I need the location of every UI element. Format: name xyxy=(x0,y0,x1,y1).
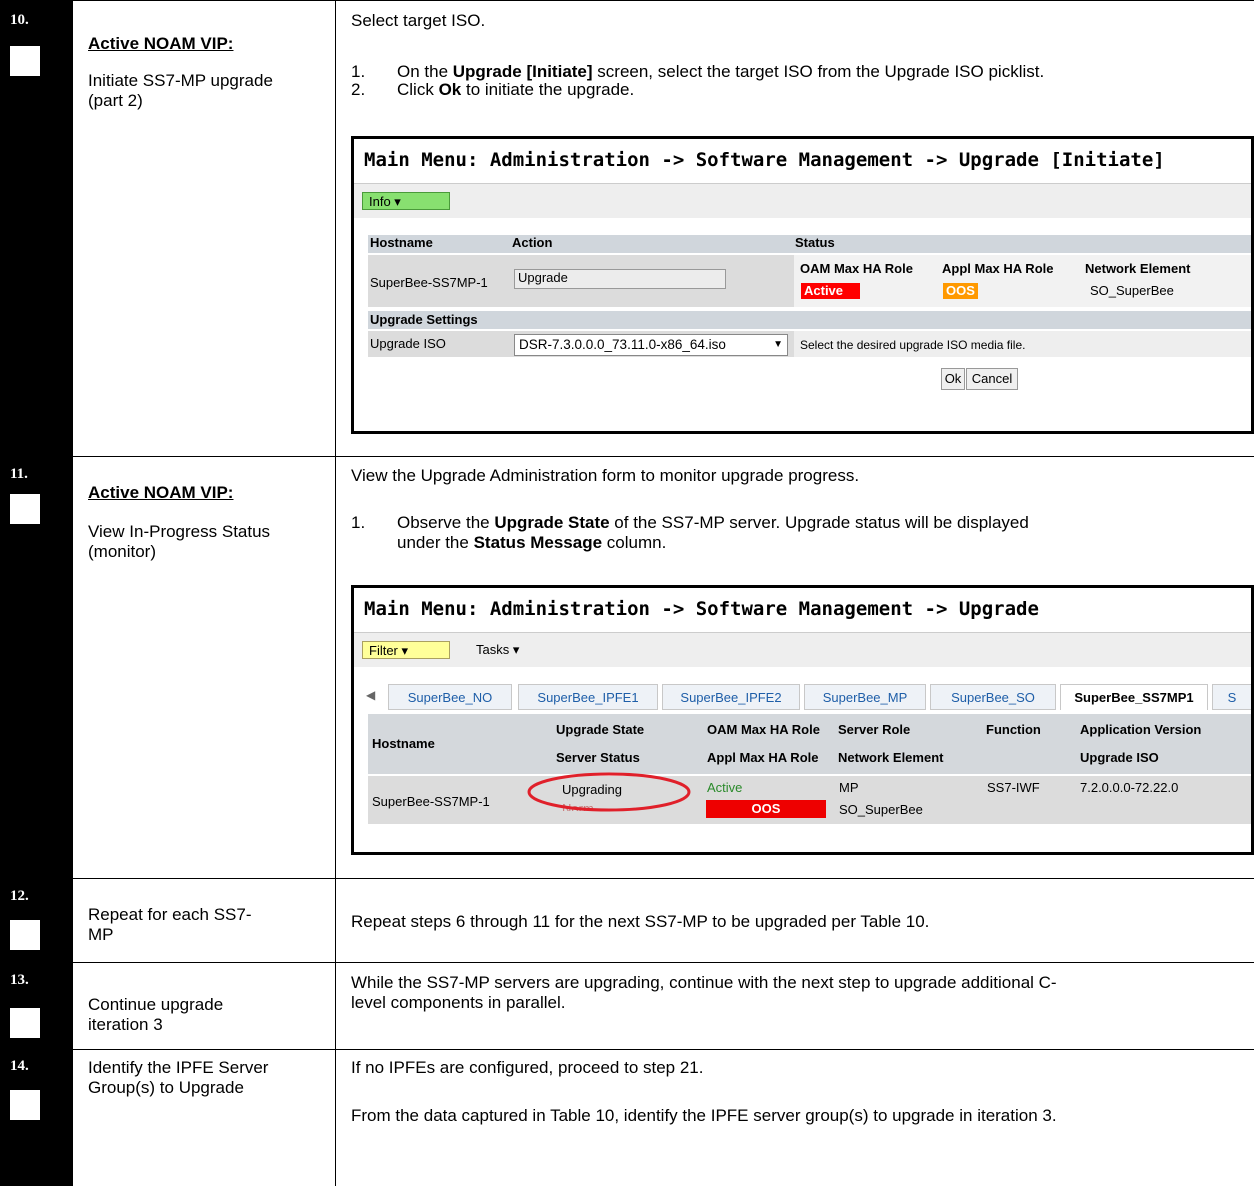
step-checkbox[interactable] xyxy=(10,1008,40,1038)
step-text-line1: If no IPFEs are configured, proceed to s… xyxy=(351,1058,704,1077)
step-title: Active NOAM VIP: xyxy=(88,34,234,53)
step-checkbox[interactable] xyxy=(10,46,40,76)
status-header: Status xyxy=(795,235,835,250)
step-description: Initiate SS7-MP upgrade (part 2) xyxy=(88,71,273,110)
appl-status-badge: OOS xyxy=(706,800,826,818)
tasks-menu[interactable]: Tasks ▾ xyxy=(476,641,519,659)
step-number: 13. xyxy=(10,972,29,988)
function-cell: SS7-IWF xyxy=(987,780,1040,795)
oam-header: OAM Max HA Role xyxy=(707,722,820,737)
step-description: Continue upgrade iteration 3 xyxy=(88,995,224,1034)
step-number: 12. xyxy=(10,888,29,904)
step-intro: View the Upgrade Administration form to … xyxy=(351,466,860,485)
oam-header: OAM Max HA Role xyxy=(800,261,913,276)
chevron-down-icon: ▼ xyxy=(773,339,783,350)
tab-superbee-ss7mp1[interactable]: SuperBee_SS7MP1 xyxy=(1060,684,1208,710)
instruction-item: Click Ok to initiate the upgrade. xyxy=(397,80,635,99)
step-intro: Select target ISO. xyxy=(351,11,486,30)
filter-button[interactable]: Filter ▾ xyxy=(362,641,450,659)
step-number: 10. xyxy=(10,12,29,28)
row-divider xyxy=(73,1049,1254,1050)
list-number: 2. xyxy=(351,80,366,99)
list-number: 1. xyxy=(351,62,366,81)
upgrade-state-header: Upgrade State xyxy=(556,722,645,737)
step-checkbox[interactable] xyxy=(10,1090,40,1120)
ne-header: Network Element xyxy=(1085,261,1191,276)
function-header: Function xyxy=(986,722,1041,737)
ne-header: Network Element xyxy=(838,750,944,765)
hostname-header: Hostname xyxy=(372,736,435,751)
tab-superbee-ipfe2[interactable]: SuperBee_IPFE2 xyxy=(662,684,800,710)
settings-header: Upgrade Settings xyxy=(370,312,478,327)
hostname-cell: SuperBee-SS7MP-1 xyxy=(372,794,490,809)
tab-bar: ◀ SuperBee_NO SuperBee_IPFE1 SuperBee_IP… xyxy=(366,684,1251,710)
appl-header: Appl Max HA Role xyxy=(707,750,819,765)
appl-status-badge: OOS xyxy=(943,283,978,299)
column-divider xyxy=(335,0,336,1186)
step-description: Repeat for each SS7-MP xyxy=(88,905,252,944)
action-header: Action xyxy=(512,235,553,250)
server-status-header: Server Status xyxy=(556,750,640,765)
appl-header: Appl Max HA Role xyxy=(942,261,1054,276)
step-title: Active NOAM VIP: xyxy=(88,483,234,502)
menu-title: Main Menu: Administration -> Software Ma… xyxy=(364,149,1165,171)
step-text: Repeat steps 6 through 11 for the next S… xyxy=(351,912,930,931)
toolbar: Filter ▾ Tasks ▾ xyxy=(354,632,1251,667)
tab-superbee-ipfe1[interactable]: SuperBee_IPFE1 xyxy=(518,684,658,710)
info-button[interactable]: Info ▾ xyxy=(362,192,450,210)
instruction-item-continued: under the Status Message column. xyxy=(397,533,667,552)
instruction-item: On the Upgrade [Initiate] screen, select… xyxy=(397,62,1045,81)
ne-cell: SO_SuperBee xyxy=(1090,283,1174,298)
action-field: Upgrade xyxy=(514,269,726,289)
step-text-line1: While the SS7-MP servers are upgrading, … xyxy=(351,973,1057,992)
row-divider xyxy=(73,456,1254,457)
ne-cell: SO_SuperBee xyxy=(839,802,923,817)
upgrade-iso-header: Upgrade ISO xyxy=(1080,750,1159,765)
upgrade-iso-label: Upgrade ISO xyxy=(370,336,446,351)
server-role-cell: MP xyxy=(839,780,859,795)
menu-title: Main Menu: Administration -> Software Ma… xyxy=(364,598,1039,620)
step-description: View In-Progress Status (monitor) xyxy=(88,522,271,561)
highlight-ellipse xyxy=(527,772,691,812)
cancel-button[interactable]: Cancel xyxy=(966,368,1018,390)
initiate-screenshot: Main Menu: Administration -> Software Ma… xyxy=(351,136,1254,434)
list-number: 1. xyxy=(351,513,366,532)
app-version-header: Application Version xyxy=(1080,722,1202,737)
step-checkbox[interactable] xyxy=(10,494,40,524)
step-number: 14. xyxy=(10,1058,29,1074)
scroll-left-icon[interactable]: ◀ xyxy=(366,688,375,702)
iso-help-text: Select the desired upgrade ISO media fil… xyxy=(800,338,1026,352)
ok-button[interactable]: Ok xyxy=(941,368,965,390)
upgrade-iso-select[interactable]: DSR-7.3.0.0.0_73.11.0-x86_64.iso ▼ xyxy=(514,334,788,356)
row-divider xyxy=(73,878,1254,879)
step-text-line2: level components in parallel. xyxy=(351,993,566,1012)
tab-superbee-no[interactable]: SuperBee_NO xyxy=(388,684,512,710)
instruction-item: Observe the Upgrade State of the SS7-MP … xyxy=(397,513,1029,532)
step-checkbox[interactable] xyxy=(10,920,40,950)
hostname-header: Hostname xyxy=(370,235,433,250)
upgrade-screenshot: Main Menu: Administration -> Software Ma… xyxy=(351,585,1254,855)
tab-next[interactable]: S xyxy=(1212,684,1251,710)
tab-superbee-so[interactable]: SuperBee_SO xyxy=(930,684,1056,710)
row-divider xyxy=(73,962,1254,963)
oam-cell: Active xyxy=(707,780,743,795)
hostname-cell: SuperBee-SS7MP-1 xyxy=(370,275,488,290)
app-version-cell: 7.2.0.0.0-72.22.0 xyxy=(1080,780,1179,795)
server-role-header: Server Role xyxy=(838,722,911,737)
tab-superbee-mp[interactable]: SuperBee_MP xyxy=(804,684,926,710)
step-number: 11. xyxy=(10,466,28,482)
oam-status-badge: Active xyxy=(801,283,860,299)
step-text-line2: From the data captured in Table 10, iden… xyxy=(351,1106,1057,1125)
step-description: Identify the IPFE Server Group(s) to Upg… xyxy=(88,1058,269,1097)
toolbar: Info ▾ xyxy=(354,183,1251,218)
row-divider xyxy=(73,0,1254,1)
